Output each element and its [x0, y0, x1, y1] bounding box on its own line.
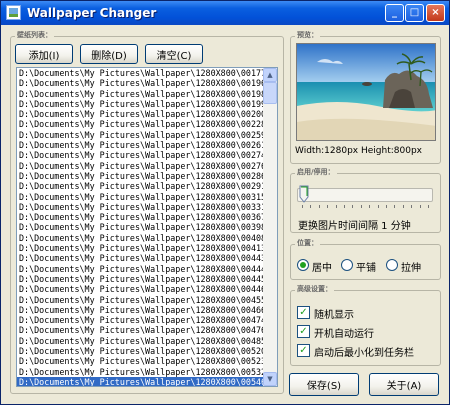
scroll-down-icon[interactable]: ▼: [263, 372, 277, 386]
list-item[interactable]: D:\Documents\My Pictures\Wallpaper\1280X…: [17, 78, 263, 88]
minimize-to-tray-label[interactable]: 启动后最小化到任务栏: [314, 344, 414, 359]
list-item[interactable]: D:\Documents\My Pictures\Wallpaper\1280X…: [17, 99, 263, 109]
slider-tick: [352, 205, 354, 208]
interval-slider[interactable]: [297, 188, 433, 202]
add-button[interactable]: 添加(I): [15, 44, 73, 64]
list-item[interactable]: D:\Documents\My Pictures\Wallpaper\1280X…: [17, 130, 263, 140]
list-item[interactable]: D:\Documents\My Pictures\Wallpaper\1280X…: [17, 253, 263, 263]
slider-tick: [360, 205, 362, 208]
list-item[interactable]: D:\Documents\My Pictures\Wallpaper\1280X…: [17, 346, 263, 356]
title-bar[interactable]: Wallpaper Changer _ □ ×: [1, 1, 449, 25]
list-item[interactable]: D:\Documents\My Pictures\Wallpaper\1280X…: [17, 222, 263, 232]
interval-description: 更换图片时间间隔 1 分钟: [298, 221, 411, 232]
slider-tick: [394, 205, 396, 208]
list-item[interactable]: D:\Documents\My Pictures\Wallpaper\1280X…: [17, 305, 263, 315]
list-item[interactable]: D:\Documents\My Pictures\Wallpaper\1280X…: [17, 192, 263, 202]
close-button[interactable]: ×: [426, 4, 445, 22]
scroll-thumb[interactable]: [263, 82, 277, 104]
list-item[interactable]: D:\Documents\My Pictures\Wallpaper\1280X…: [17, 233, 263, 243]
scroll-up-icon[interactable]: ▲: [263, 68, 277, 82]
list-item[interactable]: D:\Documents\My Pictures\Wallpaper\1280X…: [17, 336, 263, 346]
vertical-scrollbar[interactable]: ▲ ▼: [263, 68, 277, 386]
list-item[interactable]: D:\Documents\My Pictures\Wallpaper\1280X…: [17, 243, 263, 253]
list-item[interactable]: D:\Documents\My Pictures\Wallpaper\1280X…: [17, 367, 263, 377]
list-item[interactable]: D:\Documents\My Pictures\Wallpaper\1280X…: [17, 375, 264, 386]
interval-slider-thumb[interactable]: [299, 185, 309, 203]
position-tile-radio[interactable]: [341, 259, 353, 271]
list-item[interactable]: D:\Documents\My Pictures\Wallpaper\1280X…: [17, 356, 263, 366]
position-stretch-label[interactable]: 拉伸: [401, 259, 421, 274]
position-center-label[interactable]: 居中: [312, 259, 332, 274]
slider-tick: [318, 205, 320, 208]
delete-button[interactable]: 删除(D): [80, 44, 138, 64]
list-item[interactable]: D:\Documents\My Pictures\Wallpaper\1280X…: [17, 89, 263, 99]
list-item[interactable]: D:\Documents\My Pictures\Wallpaper\1280X…: [17, 264, 263, 274]
slider-tick: [428, 205, 429, 208]
list-item[interactable]: D:\Documents\My Pictures\Wallpaper\1280X…: [17, 171, 263, 181]
app-window: Wallpaper Changer _ □ × 壁纸列表： 添加(I) 删除(D…: [0, 0, 450, 405]
position-center-radio[interactable]: [297, 259, 309, 271]
list-item[interactable]: D:\Documents\My Pictures\Wallpaper\1280X…: [17, 109, 263, 119]
random-display-checkbox[interactable]: ✓: [297, 306, 310, 319]
slider-tick: [377, 205, 379, 208]
slider-tick: [344, 205, 345, 208]
list-item[interactable]: D:\Documents\My Pictures\Wallpaper\1280X…: [17, 140, 263, 150]
list-item[interactable]: D:\Documents\My Pictures\Wallpaper\1280X…: [17, 202, 263, 212]
list-item[interactable]: D:\Documents\My Pictures\Wallpaper\1280X…: [17, 161, 263, 171]
beach-image: [297, 44, 435, 140]
minimize-button[interactable]: _: [385, 4, 404, 22]
list-item[interactable]: D:\Documents\My Pictures\Wallpaper\1280X…: [17, 119, 263, 129]
list-item[interactable]: D:\Documents\My Pictures\Wallpaper\1280X…: [17, 315, 263, 325]
image-dimensions: Width:1280px Height:800px: [295, 146, 422, 156]
wallpaper-preview-image: [296, 43, 436, 141]
position-stretch-radio[interactable]: [386, 259, 398, 271]
slider-tick: [302, 205, 303, 208]
list-item[interactable]: D:\Documents\My Pictures\Wallpaper\1280X…: [17, 325, 263, 335]
slider-tick: [327, 205, 329, 208]
list-item[interactable]: D:\Documents\My Pictures\Wallpaper\1280X…: [17, 274, 263, 284]
slider-tick: [411, 205, 413, 208]
slider-tick: [386, 205, 387, 208]
maximize-button[interactable]: □: [405, 4, 424, 22]
interval-label: 启用/停用：: [295, 167, 337, 177]
slider-tick: [310, 205, 312, 208]
list-item[interactable]: D:\Documents\My Pictures\Wallpaper\1280X…: [17, 295, 263, 305]
clear-button[interactable]: 清空(C): [145, 44, 203, 64]
app-icon: [6, 5, 21, 20]
list-item[interactable]: D:\Documents\My Pictures\Wallpaper\1280X…: [17, 150, 263, 160]
about-button[interactable]: 关于(A): [369, 373, 439, 396]
list-item[interactable]: D:\Documents\My Pictures\Wallpaper\1280X…: [17, 181, 263, 191]
list-item[interactable]: D:\Documents\My Pictures\Wallpaper\1280X…: [17, 68, 263, 78]
list-item[interactable]: D:\Documents\My Pictures\Wallpaper\1280X…: [17, 212, 263, 222]
slider-ticks: [302, 205, 430, 209]
random-display-label[interactable]: 随机显示: [314, 306, 354, 321]
preview-label: 预览：: [295, 30, 320, 40]
position-label: 位置：: [295, 238, 320, 248]
autostart-label[interactable]: 开机自动运行: [314, 325, 374, 340]
window-title: Wallpaper Changer: [27, 6, 157, 20]
slider-tick: [402, 205, 404, 208]
save-button[interactable]: 保存(S): [289, 373, 359, 396]
minimize-to-tray-checkbox[interactable]: ✓: [297, 344, 310, 357]
wallpaper-list[interactable]: D:\Documents\My Pictures\Wallpaper\1280X…: [16, 67, 278, 387]
advanced-label: 高级设置：: [295, 284, 334, 294]
slider-tick: [369, 205, 371, 208]
wallpaper-list-items: D:\Documents\My Pictures\Wallpaper\1280X…: [17, 68, 277, 386]
slider-tick: [335, 205, 337, 208]
wallpaper-list-label: 壁纸列表：: [15, 30, 54, 40]
list-item[interactable]: D:\Documents\My Pictures\Wallpaper\1280X…: [17, 284, 263, 294]
position-tile-label[interactable]: 平铺: [356, 259, 376, 274]
autostart-checkbox[interactable]: ✓: [297, 325, 310, 338]
slider-tick: [419, 205, 421, 208]
